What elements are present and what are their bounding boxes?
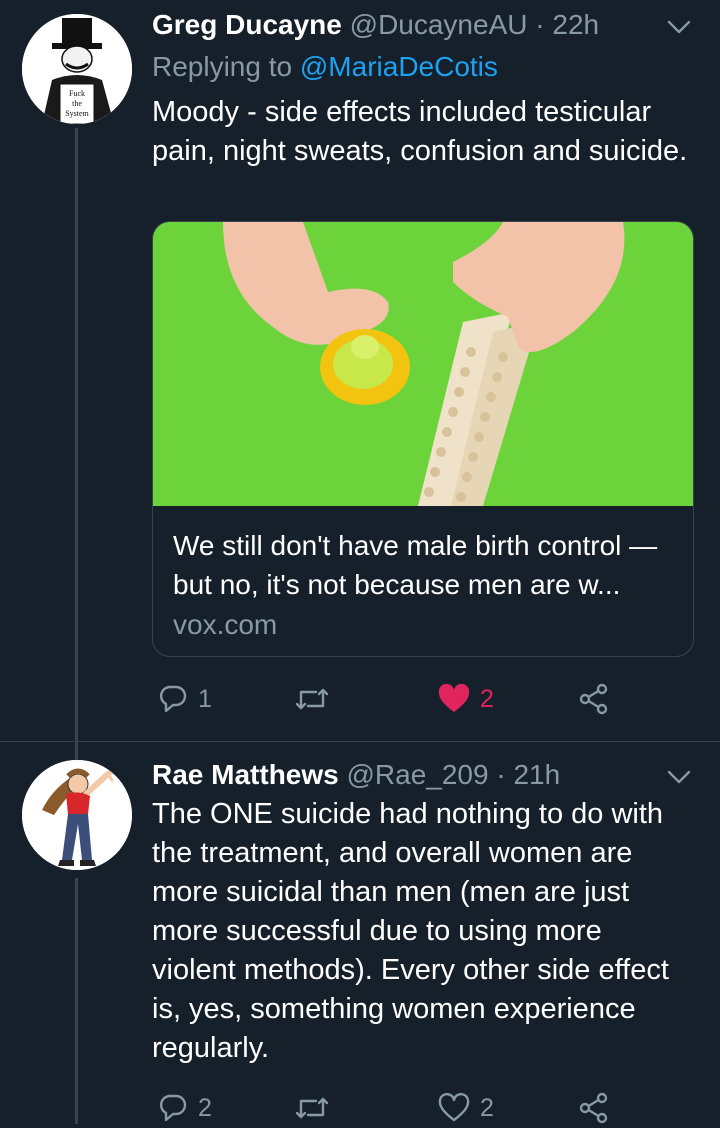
card-title[interactable]: We still don't have male birth control —… [173, 526, 678, 604]
separator: · [535, 9, 545, 40]
avatar-text-3: System [65, 109, 89, 118]
tweet-text: The ONE suicide had nothing to do with t… [152, 798, 669, 1064]
heart-filled-icon [438, 684, 470, 712]
user-handle[interactable]: @Rae_209 [347, 759, 489, 790]
retweet-icon [295, 1097, 329, 1119]
replying-label: Replying to [152, 51, 293, 82]
tweet-header: Rae Matthews @Rae_209 · 21h [152, 758, 560, 792]
retweet-icon [295, 688, 329, 710]
retweet-button[interactable] [294, 1088, 340, 1128]
reply-button[interactable]: 2 [158, 1088, 212, 1128]
share-icon [579, 1092, 608, 1124]
separator: · [496, 759, 506, 790]
replying-handle-link[interactable]: @MariaDeCotis [300, 51, 498, 82]
tweet-text: Moody - side effects included testicular… [152, 96, 688, 167]
reply-count: 1 [198, 684, 212, 713]
thread-line-lower [75, 878, 78, 1124]
card-photo-illustration [153, 222, 693, 506]
avatar-text-2: the [72, 99, 82, 108]
reply-icon [159, 685, 187, 713]
avatar-illustration-icon: Fuck the System [22, 14, 132, 124]
tweet-actions: 1 2 [152, 679, 692, 719]
reply-icon [159, 1094, 187, 1122]
reply-count: 2 [198, 1093, 212, 1122]
timestamp[interactable]: 21h [513, 759, 560, 790]
share-button[interactable] [578, 1088, 610, 1128]
share-icon [579, 683, 608, 715]
share-button[interactable] [578, 679, 610, 719]
tweet-divider [0, 741, 720, 742]
heart-outline-icon [438, 1093, 470, 1122]
avatar[interactable]: Fuck the System [22, 14, 132, 124]
card-domain: vox.com [173, 609, 278, 640]
replying-to: Replying to @MariaDeCotis [152, 50, 498, 84]
like-count: 2 [480, 1093, 494, 1122]
link-card[interactable]: We still don't have male birth control —… [152, 221, 694, 657]
user-handle[interactable]: @DucayneAU [350, 9, 528, 40]
display-name[interactable]: Rae Matthews [152, 759, 339, 790]
avatar-illustration-icon [22, 760, 132, 870]
chevron-down-icon[interactable] [666, 764, 692, 790]
like-button[interactable]: 2 [438, 1088, 494, 1128]
tweet-actions: 2 2 [152, 1088, 692, 1128]
avatar[interactable] [22, 760, 132, 870]
tweet-header: Greg Ducayne @DucayneAU · 22h [152, 8, 599, 42]
display-name[interactable]: Greg Ducayne [152, 9, 342, 40]
thread-line [75, 128, 78, 768]
like-count: 2 [480, 684, 494, 713]
retweet-button[interactable] [294, 679, 340, 719]
like-button[interactable]: 2 [438, 679, 494, 719]
timestamp[interactable]: 22h [552, 9, 599, 40]
avatar-text-1: Fuck [69, 89, 85, 98]
chevron-down-icon[interactable] [666, 14, 692, 40]
reply-button[interactable]: 1 [158, 679, 212, 719]
card-image [153, 222, 693, 506]
